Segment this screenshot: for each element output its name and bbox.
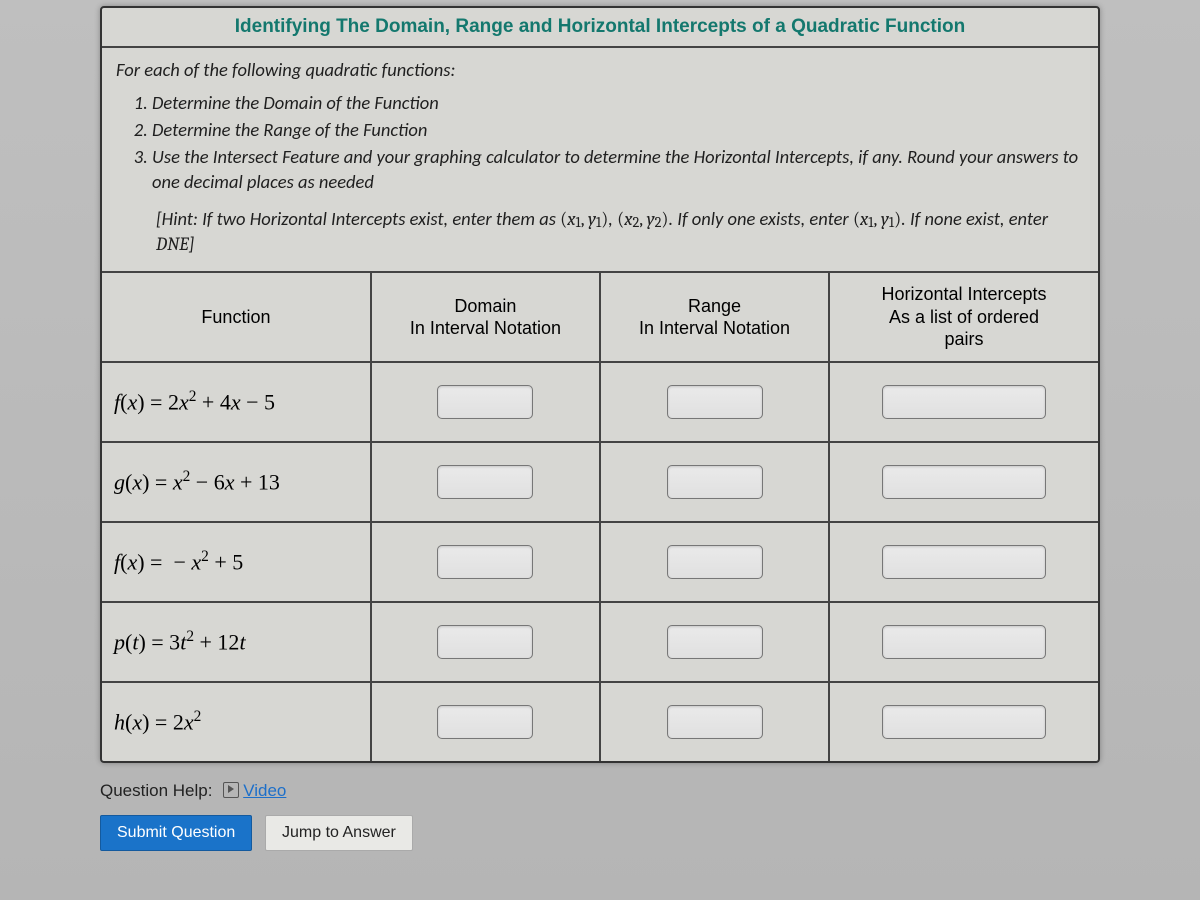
function-cell: p(t) = 3t2 + 12t: [102, 602, 371, 682]
intercepts-cell: [829, 682, 1098, 761]
function-cell: g(x) = x2 − 6x + 13: [102, 442, 371, 522]
domain-input[interactable]: [437, 625, 533, 659]
hint-fragment: . If none exist, enter: [901, 207, 1048, 230]
intercepts-cell: [829, 442, 1098, 522]
function-cell: f(x) = 2x2 + 4x − 5: [102, 362, 371, 442]
hint-fragment: ,: [608, 207, 617, 230]
instruction-item: Determine the Domain of the Function: [152, 91, 1084, 116]
range-cell: [600, 442, 829, 522]
table-header-row: Function Domain In Interval Notation Ran…: [102, 273, 1098, 362]
col-range: Range In Interval Notation: [600, 273, 829, 362]
hint-pair: (x2, y2): [617, 208, 668, 230]
instruction-list: Determine the Domain of the Function Det…: [152, 91, 1084, 195]
hint-pair: (x1, y1): [560, 208, 608, 230]
hint-fragment: [Hint: If two Horizontal Intercepts exis…: [156, 207, 560, 230]
function-cell: h(x) = 2x2: [102, 682, 371, 761]
domain-cell: [371, 602, 600, 682]
header-line: Horizontal Intercepts: [881, 284, 1046, 304]
range-cell: [600, 602, 829, 682]
range-input[interactable]: [667, 705, 763, 739]
domain-cell: [371, 362, 600, 442]
intercepts-input[interactable]: [882, 465, 1046, 499]
table-row: h(x) = 2x2: [102, 682, 1098, 761]
header-line: As a list of ordered: [889, 307, 1039, 327]
question-help-label: Question Help:: [100, 781, 212, 800]
hint-fragment: . If only one exists, enter: [668, 207, 853, 230]
header-line: In Interval Notation: [410, 318, 561, 338]
hint-fragment: ]: [189, 232, 195, 255]
problem-container: Identifying The Domain, Range and Horizo…: [100, 6, 1100, 763]
domain-cell: [371, 682, 600, 761]
intro-lead: For each of the following quadratic func…: [116, 58, 1084, 83]
instructions-block: For each of the following quadratic func…: [102, 48, 1098, 273]
intercepts-input[interactable]: [882, 705, 1046, 739]
domain-input[interactable]: [437, 545, 533, 579]
range-input[interactable]: [667, 545, 763, 579]
range-input[interactable]: [667, 385, 763, 419]
domain-cell: [371, 442, 600, 522]
domain-input[interactable]: [437, 465, 533, 499]
header-line: Range: [688, 296, 741, 316]
intercepts-input[interactable]: [882, 625, 1046, 659]
range-input[interactable]: [667, 465, 763, 499]
below-controls: Question Help: Video Submit Question Jum…: [100, 781, 1100, 851]
table-row: f(x) = 2x2 + 4x − 5: [102, 362, 1098, 442]
intercepts-input[interactable]: [882, 385, 1046, 419]
question-help-row: Question Help: Video: [100, 781, 1100, 801]
answer-table: Function Domain In Interval Notation Ran…: [102, 273, 1098, 761]
video-icon: [223, 782, 239, 798]
jump-to-answer-button[interactable]: Jump to Answer: [265, 815, 413, 851]
instruction-item: Use the Intersect Feature and your graph…: [152, 145, 1084, 195]
range-input[interactable]: [667, 625, 763, 659]
domain-input[interactable]: [437, 705, 533, 739]
hint-dne: DNE: [156, 233, 189, 255]
problem-title: Identifying The Domain, Range and Horizo…: [102, 8, 1098, 48]
col-intercepts: Horizontal Intercepts As a list of order…: [829, 273, 1098, 362]
video-link[interactable]: Video: [243, 781, 286, 800]
header-line: Domain: [454, 296, 516, 316]
hint-text: [Hint: If two Horizontal Intercepts exis…: [116, 207, 1084, 257]
intercepts-cell: [829, 602, 1098, 682]
intercepts-cell: [829, 522, 1098, 602]
table-row: g(x) = x2 − 6x + 13: [102, 442, 1098, 522]
col-function: Function: [102, 273, 371, 362]
range-cell: [600, 682, 829, 761]
instruction-item: Determine the Range of the Function: [152, 118, 1084, 143]
domain-cell: [371, 522, 600, 602]
col-domain: Domain In Interval Notation: [371, 273, 600, 362]
hint-pair: (x1, y1): [853, 208, 901, 230]
intercepts-cell: [829, 362, 1098, 442]
intercepts-input[interactable]: [882, 545, 1046, 579]
range-cell: [600, 362, 829, 442]
range-cell: [600, 522, 829, 602]
header-line: In Interval Notation: [639, 318, 790, 338]
header-line: pairs: [945, 329, 984, 349]
table-row: f(x) = − x2 + 5: [102, 522, 1098, 602]
domain-input[interactable]: [437, 385, 533, 419]
submit-question-button[interactable]: Submit Question: [100, 815, 252, 851]
function-cell: f(x) = − x2 + 5: [102, 522, 371, 602]
table-row: p(t) = 3t2 + 12t: [102, 602, 1098, 682]
